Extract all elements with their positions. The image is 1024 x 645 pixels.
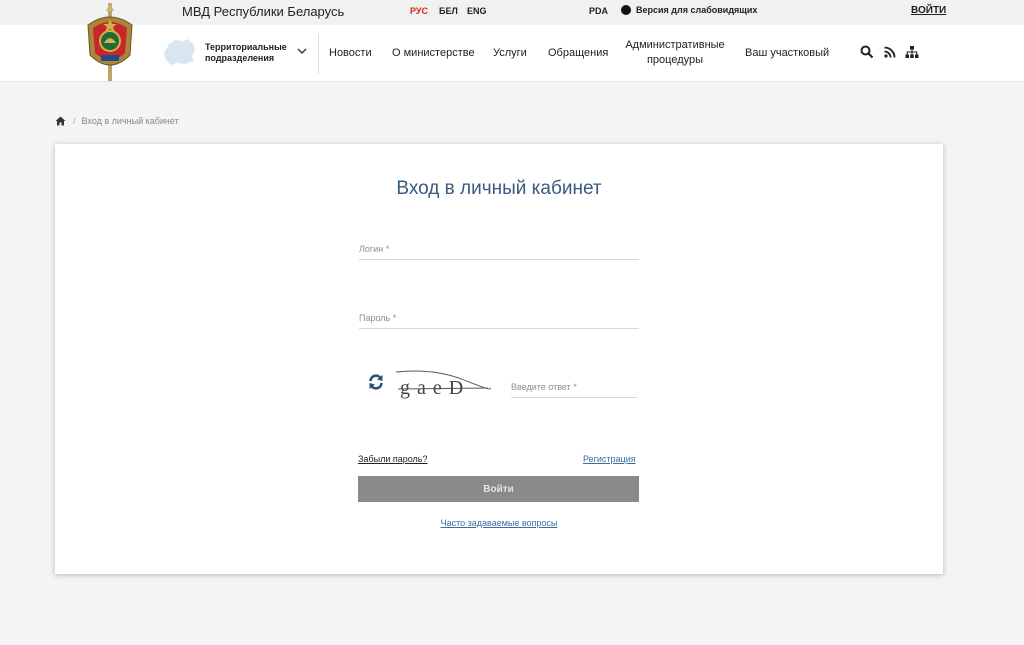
nav-services[interactable]: Услуги <box>493 46 527 61</box>
captcha-answer-field[interactable]: Введите ответ * <box>511 378 637 398</box>
belarus-map-icon[interactable] <box>163 38 197 66</box>
breadcrumb-separator: / <box>73 116 76 126</box>
site-name[interactable]: МВД Республики Беларусь <box>182 4 344 19</box>
pda-link[interactable]: PDA <box>589 6 608 16</box>
forgot-password-link[interactable]: Забыли пароль? <box>358 454 427 464</box>
sitemap-icon[interactable] <box>905 45 919 59</box>
lang-bel-link[interactable]: БЕЛ <box>439 6 458 16</box>
top-bar: МВД Республики Беларусь РУС БЕЛ ENG PDA … <box>0 0 1024 25</box>
nav-district-officer[interactable]: Ваш участковый <box>745 46 829 61</box>
main-header: Территориальные подразделения Новости О … <box>0 3 1024 82</box>
login-field[interactable]: Логин * <box>359 240 639 260</box>
nav-admin-procedures[interactable]: Административные процедуры <box>622 38 728 68</box>
nav-appeals[interactable]: Обращения <box>548 46 608 61</box>
mvd-emblem-logo[interactable] <box>84 3 136 81</box>
search-icon[interactable] <box>860 45 874 59</box>
low-vision-link[interactable]: Версия для слабовидящих <box>621 5 757 15</box>
home-icon[interactable] <box>55 116 66 126</box>
register-link[interactable]: Регистрация <box>583 454 636 464</box>
password-field[interactable]: Пароль * <box>359 309 639 329</box>
low-vision-label: Версия для слабовидящих <box>636 5 758 15</box>
lang-eng-link[interactable]: ENG <box>467 6 487 16</box>
submit-button[interactable]: Войти <box>358 476 639 502</box>
lang-rus-link[interactable]: РУС <box>410 6 428 16</box>
captcha-image: gaeD <box>395 370 491 399</box>
faq-container: Часто задаваемые вопросы <box>55 518 943 528</box>
rss-icon[interactable] <box>883 45 897 59</box>
login-card: Вход в личный кабинет Логин * Пароль * g… <box>55 144 943 574</box>
faq-link[interactable]: Часто задаваемые вопросы <box>441 518 558 528</box>
low-vision-icon <box>621 5 631 15</box>
refresh-captcha-icon[interactable] <box>367 373 385 391</box>
nav-news[interactable]: Новости <box>329 46 372 61</box>
breadcrumb-current: Вход в личный кабинет <box>81 116 179 126</box>
territorial-units-dropdown[interactable]: Территориальные подразделения <box>205 42 295 64</box>
page-title: Вход в личный кабинет <box>396 178 602 199</box>
nav-divider <box>318 34 319 74</box>
login-link[interactable]: ВОЙТИ <box>911 5 946 16</box>
breadcrumb: / Вход в личный кабинет <box>55 116 179 126</box>
nav-about-ministry[interactable]: О министерстве <box>392 46 475 61</box>
chevron-down-icon[interactable] <box>297 46 307 56</box>
